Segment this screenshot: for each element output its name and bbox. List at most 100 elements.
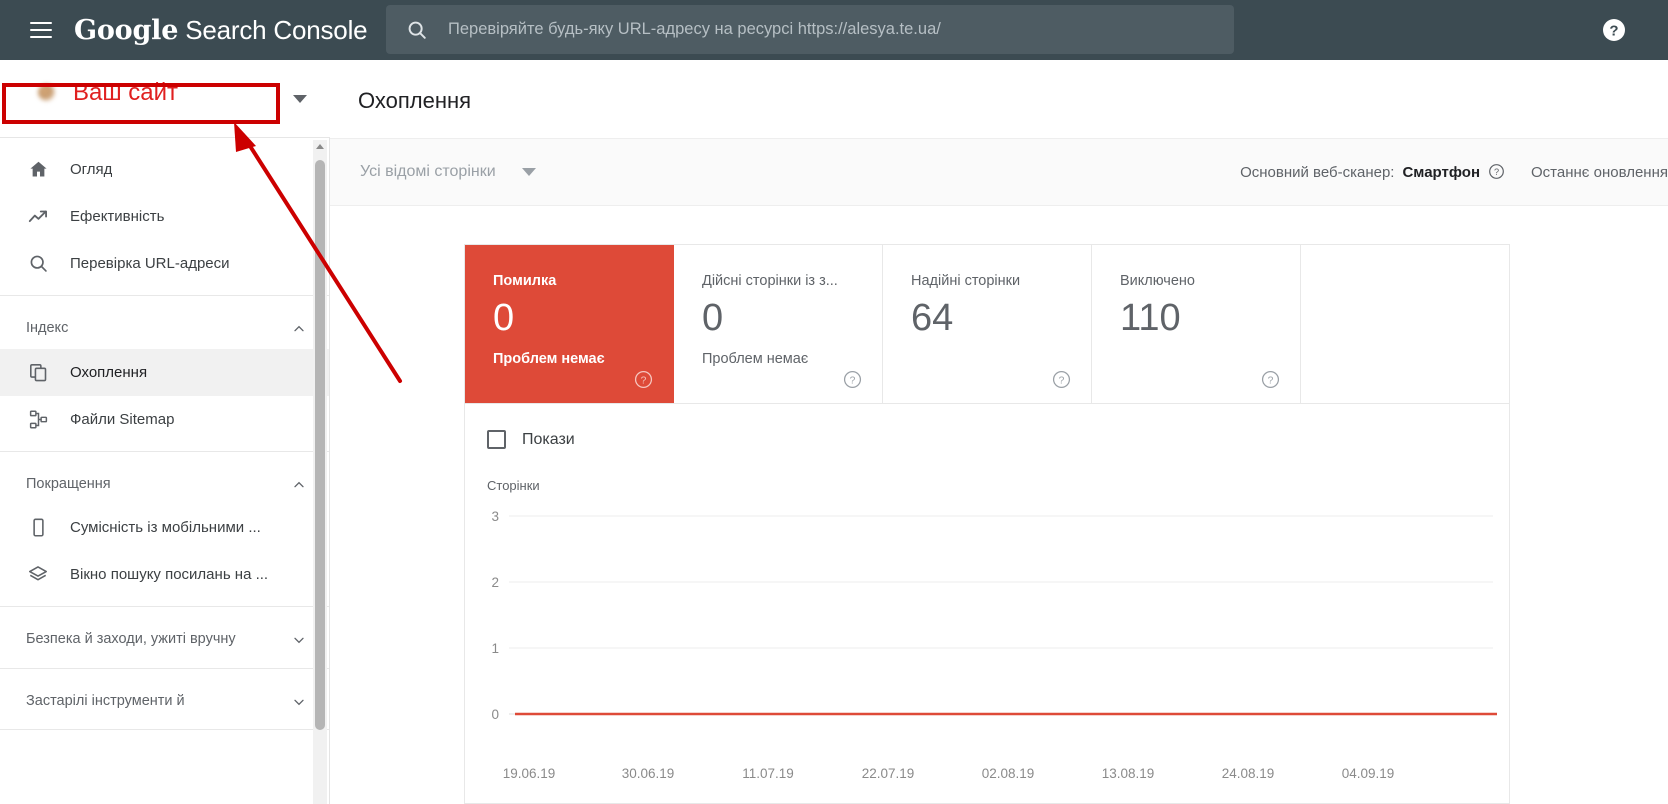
search-icon [26, 252, 50, 276]
help-circle-icon[interactable]: ? [843, 370, 862, 389]
y-tick-2: 2 [491, 575, 499, 590]
sidebar-section-index[interactable]: Індекс [0, 304, 329, 349]
sitemap-icon [26, 407, 50, 431]
status-card-title: Виключено [1120, 273, 1195, 289]
primary-crawler-value: Смартфон [1402, 163, 1481, 181]
page-title: Охоплення [358, 88, 472, 113]
checkbox-icon[interactable] [487, 430, 506, 449]
trending-up-icon [26, 205, 50, 229]
property-dropdown-chevron-down-icon[interactable] [293, 95, 307, 103]
status-card-error[interactable]: Помилка 0 Проблем немає ? [465, 245, 674, 403]
coverage-status-cards: Помилка 0 Проблем немає ? Дійсні сторінк… [464, 244, 1510, 404]
sidebar-item-label: Перевірка URL-адреси [70, 255, 230, 272]
top-app-bar: Google Search Console Перевіряйте будь-я… [0, 0, 1668, 60]
copy-pages-icon [26, 360, 50, 384]
chevron-up-icon [291, 477, 307, 493]
coverage-line-chart: 3 2 1 0 [491, 509, 1497, 722]
sidebar-item-label: Файли Sitemap [70, 410, 175, 428]
sidebar-item-label: Сумісність із мобільними ... [70, 519, 261, 537]
primary-crawler-label: Основний веб-сканер: [1240, 163, 1395, 181]
x-tick-label: 02.08.19 [981, 766, 1035, 781]
brand-google-text: Google [74, 14, 179, 46]
sidebar-item-label: Вікно пошуку посилань на ... [70, 566, 269, 584]
sidebar-item-sitemaps[interactable]: Файли Sitemap [0, 396, 329, 443]
scrollbar-thumb[interactable] [315, 160, 325, 730]
mobile-phone-icon [26, 516, 50, 540]
status-card-valid[interactable]: Надійні сторінки 64 ? [883, 245, 1092, 403]
sidebar-section-title: Застарілі інструменти й [26, 692, 185, 709]
status-card-value: 64 [911, 297, 954, 339]
sidebar-section-title: Безпека й заходи, ужиті вручну [26, 631, 236, 648]
chart-x-axis-labels: 19.06.19 30.06.19 11.07.19 22.07.19 02.0… [465, 766, 1509, 794]
status-card-valid-with-warnings[interactable]: Дійсні сторінки із з... 0 Проблем немає … [674, 245, 883, 403]
sidebar-item-coverage[interactable]: Охоплення [0, 348, 329, 396]
y-tick-3: 3 [491, 509, 499, 524]
page-filter-label: Усі відомі сторінки [360, 163, 496, 180]
hamburger-menu-icon[interactable] [30, 22, 52, 38]
toolbar-right-group: Основний веб-сканер: Смартфон ? Останнє … [1240, 163, 1668, 181]
last-update-label: Останнє оновлення [1531, 163, 1668, 181]
status-card-excluded[interactable]: Виключено 110 ? [1092, 245, 1301, 403]
sidebar-section-title: Покращення [26, 475, 111, 492]
nav-group-enhancements: Покращення Сумісність із мобільними ... [0, 452, 329, 608]
sidebar-section-legacy-tools[interactable]: Застарілі інструменти й [0, 677, 329, 722]
help-circle-icon[interactable]: ? [1052, 370, 1071, 389]
chart-y-tick-labels: 3 2 1 0 [491, 509, 499, 722]
status-card-value: 0 [702, 297, 724, 339]
svg-text:?: ? [1494, 167, 1499, 177]
search-icon [406, 19, 428, 41]
y-tick-1: 1 [491, 641, 499, 656]
y-tick-0: 0 [491, 707, 499, 722]
page-filter-dropdown[interactable]: Усі відомі сторінки [360, 163, 536, 181]
property-name: Ваш сайт [73, 78, 179, 106]
status-card-subtitle: Проблем немає [493, 350, 605, 367]
x-tick-label: 13.08.19 [1101, 766, 1155, 781]
status-card-empty [1301, 245, 1509, 403]
sidebar-item-url-inspection[interactable]: Перевірка URL-адреси [0, 240, 329, 287]
svg-text:?: ? [641, 375, 647, 386]
google-search-console-page: Google Search Console Перевіряйте будь-я… [0, 0, 1668, 804]
sidebar-item-mobile-usability[interactable]: Сумісність із мобільними ... [0, 504, 329, 551]
nav-group-main: Огляд Ефективність Перевірка URL-адреси [0, 138, 329, 296]
x-tick-label: 22.07.19 [861, 766, 915, 781]
sidebar-section-enhancements[interactable]: Покращення [0, 460, 329, 505]
sidebar-item-sitelinks-searchbox[interactable]: Вікно пошуку посилань на ... [0, 551, 329, 598]
property-selector[interactable]: Ваш сайт [14, 72, 272, 113]
svg-text:?: ? [1059, 375, 1065, 386]
chart-gridlines [509, 515, 1493, 715]
x-tick-label: 24.08.19 [1221, 766, 1275, 781]
primary-crawler-info[interactable]: Основний веб-сканер: Смартфон ? [1240, 163, 1505, 181]
sidebar-item-performance[interactable]: Ефективність [0, 193, 329, 240]
sidebar-item-label: Ефективність [70, 208, 165, 225]
sidebar-scrollbar[interactable] [313, 140, 327, 804]
chevron-down-icon [291, 632, 307, 648]
chevron-up-icon [291, 321, 307, 337]
status-card-title: Дійсні сторінки із з... [702, 273, 838, 289]
help-circle-icon[interactable]: ? [1488, 163, 1505, 181]
x-tick-label: 11.07.19 [742, 766, 794, 781]
sidebar-section-title: Індекс [26, 320, 69, 336]
sidebar-item-label: Охоплення [70, 363, 148, 381]
legend-label: Покази [522, 430, 575, 448]
scroll-up-arrow-icon[interactable] [316, 144, 324, 149]
chevron-down-icon [291, 694, 307, 710]
help-circle-icon[interactable]: ? [634, 370, 653, 389]
sidebar-section-security[interactable]: Безпека й заходи, ужиті вручну [0, 615, 329, 660]
chevron-down-icon [521, 168, 536, 176]
help-circle-icon[interactable]: ? [1261, 370, 1280, 389]
site-favicon [38, 84, 55, 101]
svg-text:?: ? [1268, 375, 1274, 386]
sidebar-navigation: Огляд Ефективність Перевірка URL-адреси … [0, 138, 330, 804]
impressions-legend-toggle[interactable]: Покази [487, 430, 575, 449]
svg-text:?: ? [850, 375, 856, 386]
nav-group-security: Безпека й заходи, ужиті вручну [0, 607, 329, 669]
x-tick-label: 04.09.19 [1341, 766, 1395, 781]
url-inspection-search-bar[interactable]: Перевіряйте будь-яку URL-адресу на ресур… [386, 5, 1234, 54]
sidebar-item-overview[interactable]: Огляд [0, 146, 329, 193]
nav-group-index: Індекс Охоплення Файли Sitemap [0, 296, 329, 452]
help-circle-icon[interactable]: ? [1602, 18, 1626, 42]
layers-icon [26, 563, 50, 587]
x-tick-label: 19.06.19 [502, 766, 556, 781]
coverage-chart-panel: Покази Сторінки 3 2 1 0 19.06.19 30.06.1… [464, 404, 1510, 804]
x-tick-label: 30.06.19 [621, 766, 675, 781]
